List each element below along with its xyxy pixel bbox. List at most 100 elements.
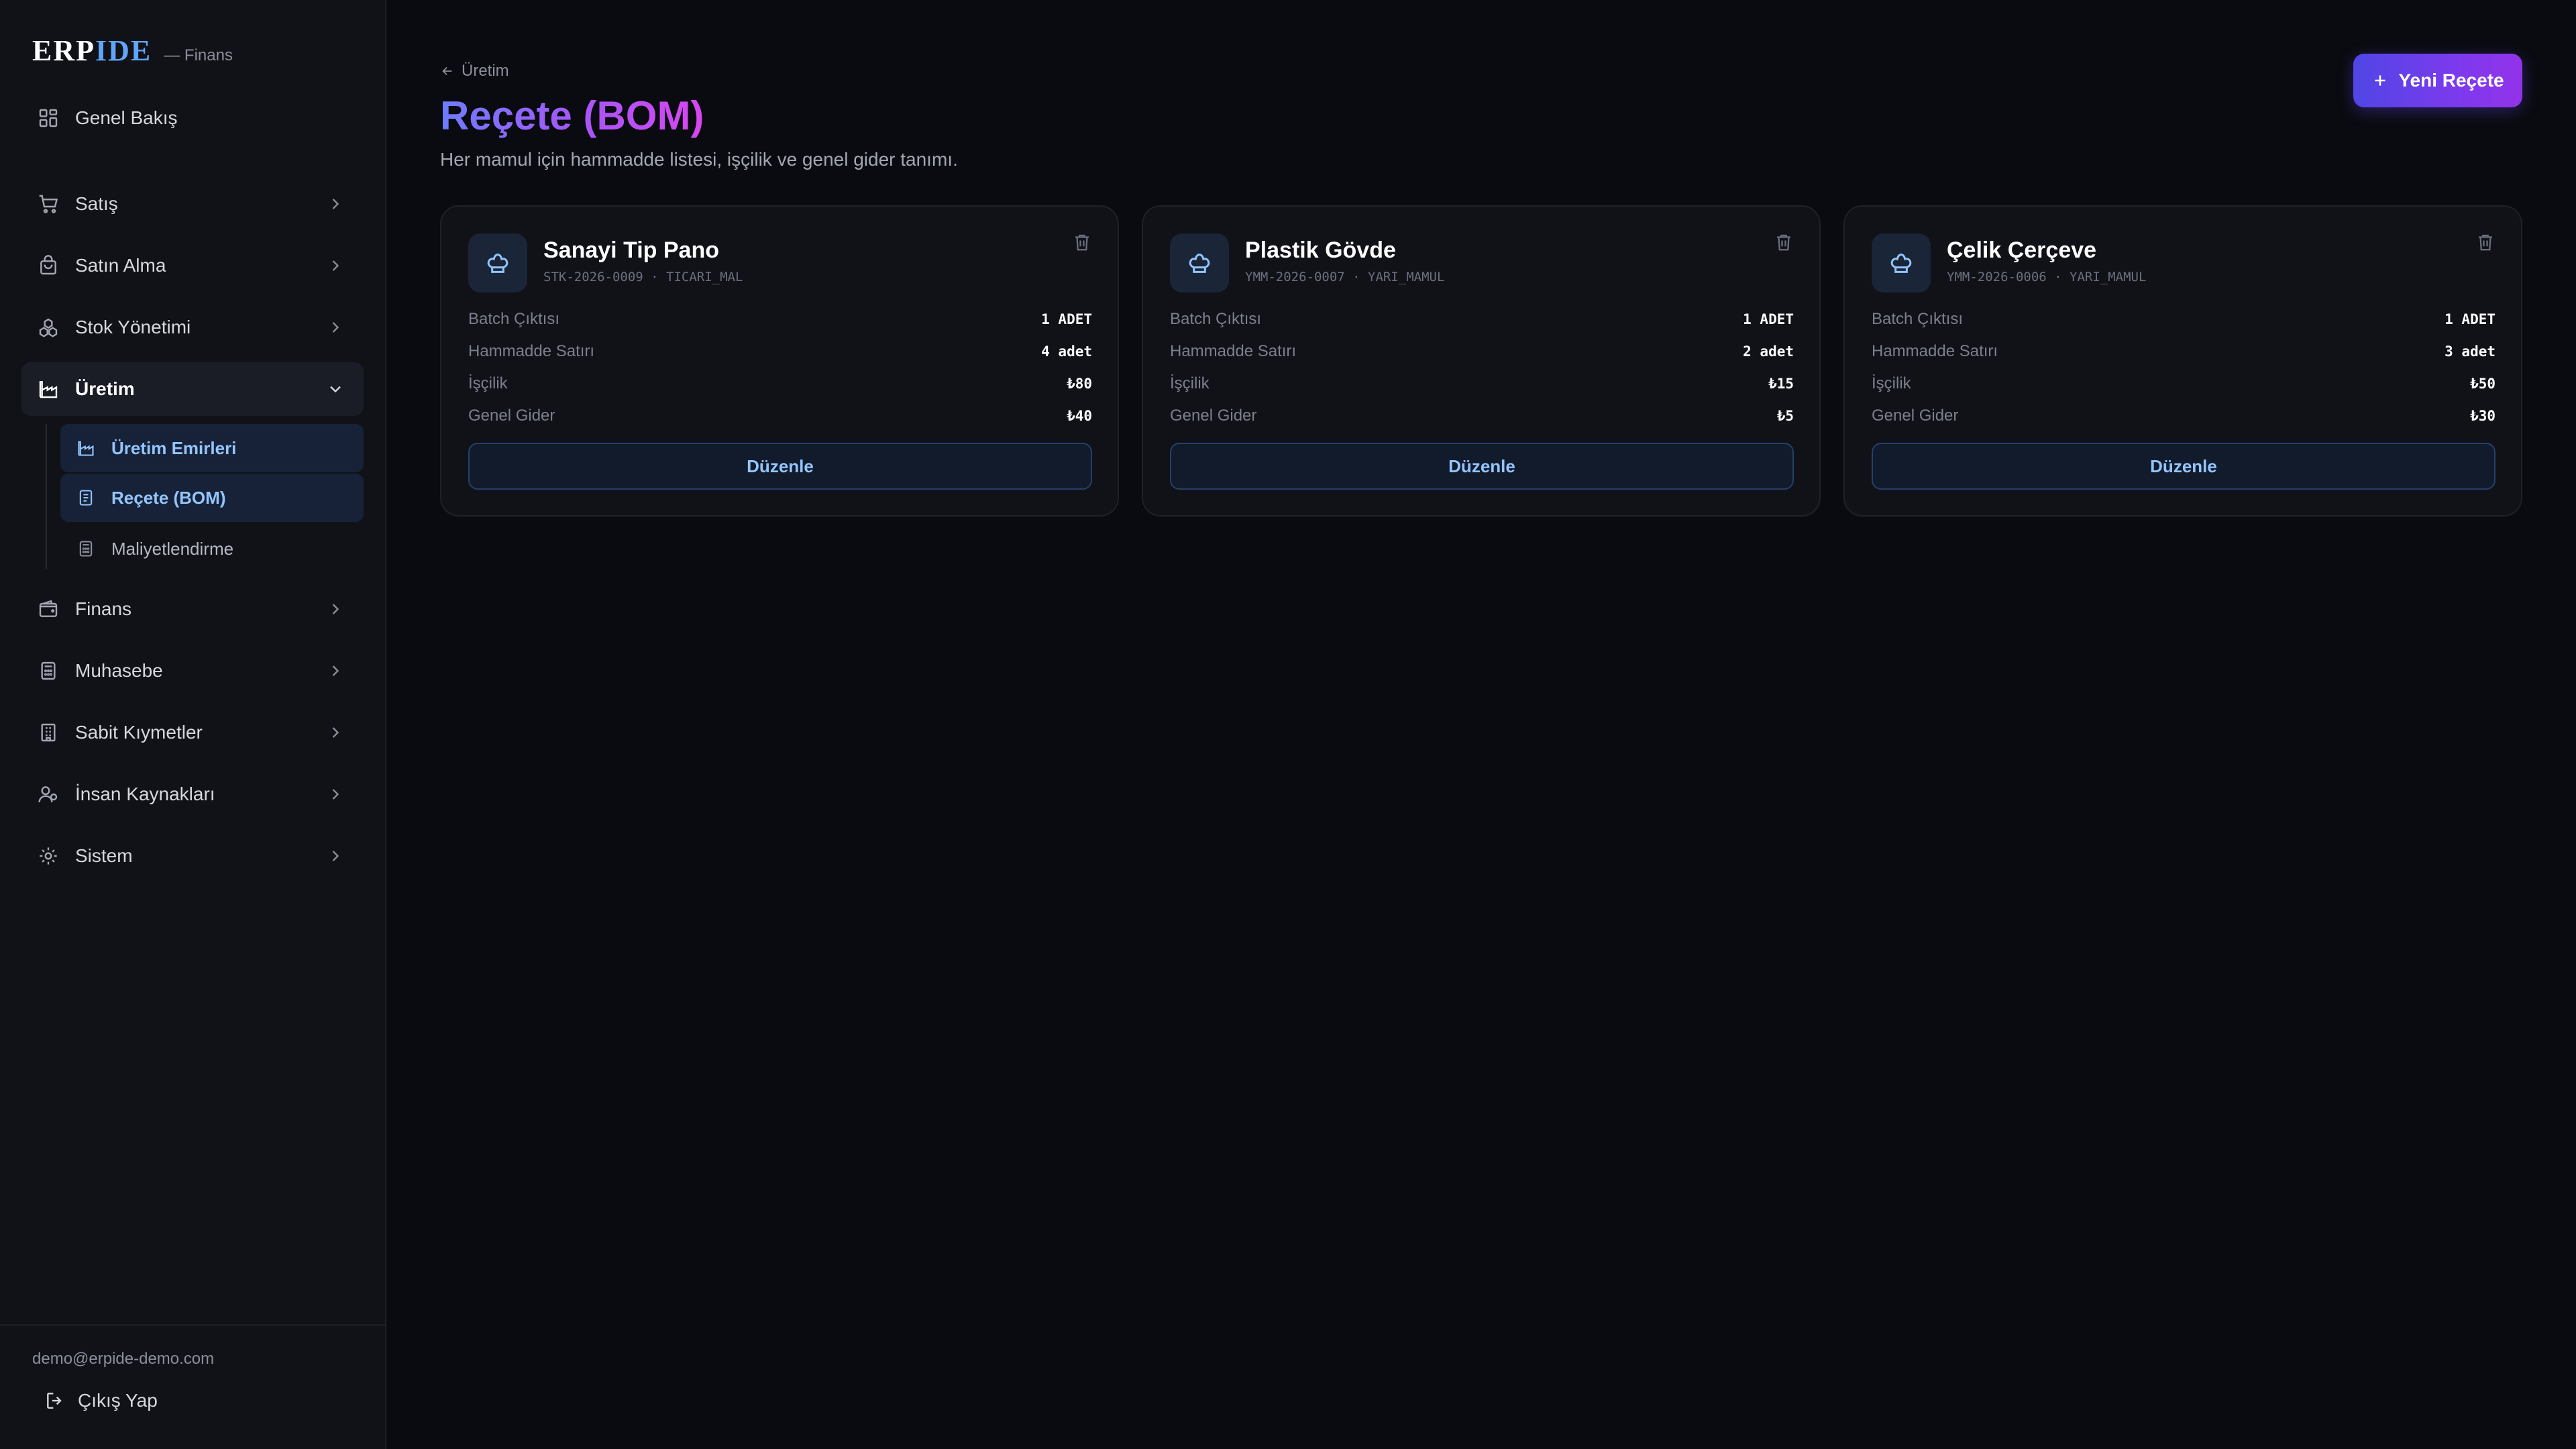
row-label: Batch Çıktısı	[1872, 310, 1964, 328]
sidebar-subitem-costing[interactable]: Maliyetlendirme	[60, 525, 364, 573]
breadcrumb[interactable]: Üretim	[440, 62, 509, 80]
sidebar-item-label: Muhasebe	[75, 660, 163, 681]
logout-label: Çıkış Yap	[78, 1390, 158, 1411]
users-icon	[38, 786, 58, 803]
row-label: Batch Çıktısı	[468, 310, 560, 328]
new-recipe-label: Yeni Reçete	[2398, 70, 2504, 91]
trash-icon[interactable]	[1774, 232, 1794, 252]
row-label: Hammadde Satırı	[468, 342, 595, 360]
sidebar-item-overview[interactable]: Genel Bakış	[21, 91, 364, 145]
edit-button[interactable]: Düzenle	[1170, 443, 1794, 490]
sidebar-item-label: Genel Bakış	[75, 107, 178, 128]
card-row: Genel Gider ₺5	[1170, 402, 1794, 429]
row-label: Batch Çıktısı	[1170, 310, 1262, 328]
card-row: Genel Gider ₺30	[1872, 402, 2496, 429]
sidebar-subitem-label: Üretim Emirleri	[111, 437, 237, 458]
building-icon	[41, 723, 56, 742]
calculator-icon	[41, 661, 56, 680]
card-row: Batch Çıktısı 1 ADET	[1170, 306, 1794, 333]
card-row: Genel Gider ₺40	[468, 402, 1092, 429]
sidebar-subitem-production-orders[interactable]: Üretim Emirleri	[60, 424, 364, 472]
sidebar-item-fixed-assets[interactable]: Sabit Kıymetler	[21, 706, 364, 759]
sidebar-item-label: Stok Yönetimi	[75, 317, 191, 337]
row-value: ₺40	[1067, 408, 1092, 424]
sidebar-item-label: Üretim	[75, 378, 135, 399]
row-value: ₺15	[1768, 376, 1794, 392]
chef-hat-icon	[1872, 233, 1931, 292]
sidebar-item-stock[interactable]: Stok Yönetimi	[21, 301, 364, 354]
chevron-right-icon	[332, 665, 339, 676]
sidebar-item-accounting[interactable]: Muhasebe	[21, 644, 364, 698]
boxes-icon	[39, 318, 58, 337]
chef-hat-icon	[1170, 233, 1229, 292]
sidebar-footer: demo@erpide-demo.com Çıkış Yap	[0, 1324, 385, 1449]
trash-icon[interactable]	[1072, 232, 1092, 252]
edit-button[interactable]: Düzenle	[1872, 443, 2496, 490]
sidebar-item-hr[interactable]: İnsan Kaynakları	[21, 767, 364, 821]
row-value: 1 ADET	[2445, 311, 2496, 327]
card-row: İşçilik ₺50	[1872, 370, 2496, 397]
chevron-right-icon	[332, 727, 339, 738]
edit-button[interactable]: Düzenle	[468, 443, 1092, 490]
card-title: Plastik Gövde	[1245, 237, 1396, 263]
card-row: Batch Çıktısı 1 ADET	[468, 306, 1092, 333]
sidebar-item-purchasing[interactable]: Satın Alma	[21, 239, 364, 292]
row-label: Genel Gider	[468, 407, 555, 425]
sidebar-item-system[interactable]: Sistem	[21, 829, 364, 883]
dashboard-icon	[39, 109, 58, 127]
breadcrumb-label: Üretim	[462, 62, 509, 80]
sidebar-item-label: Sistem	[75, 845, 133, 866]
card-row: Batch Çıktısı 1 ADET	[1872, 306, 2496, 333]
sidebar-subitem-label: Reçete (BOM)	[111, 487, 226, 508]
card-row: İşçilik ₺15	[1170, 370, 1794, 397]
chevron-right-icon	[332, 851, 339, 861]
row-label: Genel Gider	[1170, 407, 1257, 425]
page-subtitle: Her mamul için hammadde listesi, işçilik…	[440, 149, 958, 170]
bom-card: Plastik Gövde YMM-2026-0007 · YARI_MAMUL…	[1142, 205, 1821, 517]
row-value: 2 adet	[1743, 343, 1794, 360]
card-row: Hammadde Satırı 4 adet	[468, 338, 1092, 365]
row-value: 1 ADET	[1743, 311, 1794, 327]
sidebar-item-label: Finans	[75, 598, 132, 619]
brand[interactable]: ERPIDE — Finans	[32, 34, 233, 68]
chevron-right-icon	[332, 260, 339, 271]
user-email: demo@erpide-demo.com	[32, 1350, 215, 1368]
card-code: YMM-2026-0007 · YARI_MAMUL	[1245, 270, 1445, 284]
row-value: 4 adet	[1041, 343, 1092, 360]
row-label: Hammadde Satırı	[1170, 342, 1297, 360]
card-title: Çelik Çerçeve	[1947, 237, 2097, 263]
card-row: İşçilik ₺80	[468, 370, 1092, 397]
chevron-right-icon	[332, 604, 339, 614]
submenu-line	[46, 424, 47, 569]
page-title: Reçete (BOM)	[440, 93, 704, 138]
brand-logo: ERPIDE	[32, 34, 152, 67]
sidebar-item-production[interactable]: Üretim	[21, 362, 364, 416]
row-label: Genel Gider	[1872, 407, 1959, 425]
sidebar-item-sales[interactable]: Satış	[21, 177, 364, 231]
factory-icon	[39, 381, 58, 398]
brand-subtitle: — Finans	[164, 46, 233, 64]
sidebar-item-label: Satış	[75, 193, 118, 214]
chevron-down-icon	[330, 386, 341, 393]
card-code: STK-2026-0009 · TICARI_MAL	[543, 270, 743, 284]
trash-icon[interactable]	[2475, 232, 2496, 252]
row-value: 1 ADET	[1041, 311, 1092, 327]
new-recipe-button[interactable]: Yeni Reçete	[2353, 54, 2522, 107]
chef-hat-icon	[468, 233, 527, 292]
bom-card: Çelik Çerçeve YMM-2026-0006 · YARI_MAMUL…	[1843, 205, 2522, 517]
chevron-right-icon	[332, 199, 339, 209]
sidebar-item-finance[interactable]: Finans	[21, 582, 364, 636]
sidebar-item-label: İnsan Kaynakları	[75, 784, 215, 804]
calculator-icon	[79, 541, 93, 557]
cart-icon	[39, 195, 58, 213]
row-value: ₺30	[2470, 408, 2496, 424]
factory-icon	[78, 441, 94, 456]
row-label: Hammadde Satırı	[1872, 342, 1998, 360]
row-label: İşçilik	[1170, 374, 1210, 392]
chevron-right-icon	[332, 789, 339, 800]
bag-icon	[40, 255, 56, 275]
sidebar-subitem-bom[interactable]: Reçete (BOM)	[60, 474, 364, 522]
logout-button[interactable]: Çıkış Yap	[44, 1390, 158, 1411]
row-value: ₺50	[2470, 376, 2496, 392]
sidebar: ERPIDE — Finans Genel Bakış Satış Satın …	[0, 0, 386, 1449]
